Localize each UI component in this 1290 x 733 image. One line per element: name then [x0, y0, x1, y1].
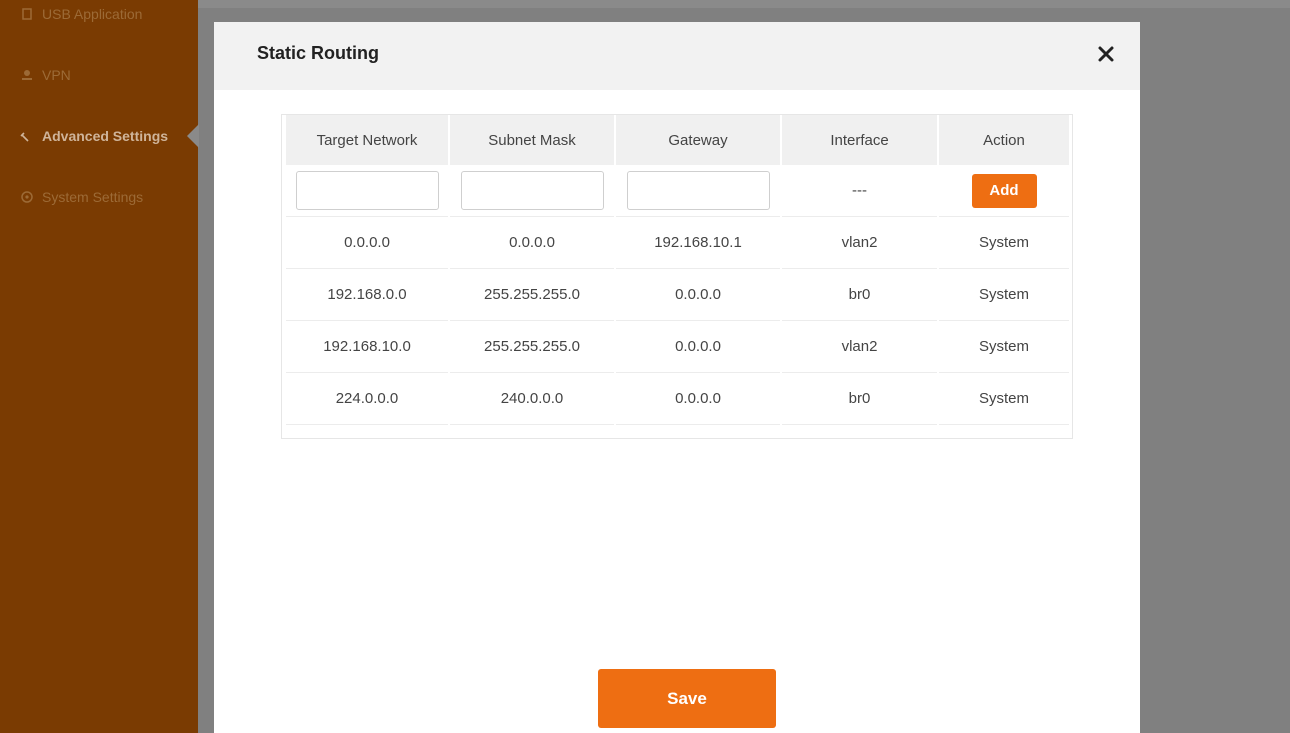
sidebar-item-label: Advanced Settings	[42, 128, 169, 144]
cell-target-network: 0.0.0.0	[286, 217, 448, 269]
cell-target-network: 224.0.0.0	[286, 373, 448, 425]
new-route-row: --- Add	[286, 165, 1069, 217]
column-header-interface: Interface	[782, 115, 937, 165]
column-header-target-network: Target Network	[286, 115, 448, 165]
table-row: 224.0.0.0 240.0.0.0 0.0.0.0 br0 System	[286, 373, 1069, 425]
column-header-action: Action	[939, 115, 1069, 165]
table-row: 0.0.0.0 0.0.0.0 192.168.10.1 vlan2 Syste…	[286, 217, 1069, 269]
sidebar-item-label: USB Application	[42, 6, 143, 22]
table-row: 192.168.0.0 255.255.255.0 0.0.0.0 br0 Sy…	[286, 269, 1069, 321]
routing-table: Target Network Subnet Mask Gateway Inter…	[284, 115, 1071, 425]
column-header-subnet-mask: Subnet Mask	[450, 115, 614, 165]
cell-action: System	[939, 269, 1069, 321]
cell-interface: vlan2	[782, 217, 937, 269]
save-button[interactable]: Save	[598, 669, 776, 728]
gear-icon	[21, 191, 33, 203]
wrench-icon	[20, 132, 29, 142]
static-routing-dialog: Static Routing Target Network Subnet Mas…	[214, 22, 1140, 733]
cell-gateway: 192.168.10.1	[616, 217, 780, 269]
cell-interface: br0	[782, 269, 937, 321]
add-route-button[interactable]: Add	[971, 173, 1037, 208]
cell-interface: vlan2	[782, 321, 937, 373]
vpn-icon	[22, 70, 32, 80]
sidebar-item-system-settings[interactable]: System Settings	[20, 189, 143, 205]
gateway-input[interactable]	[626, 171, 770, 210]
active-indicator-arrow	[187, 124, 199, 148]
close-icon[interactable]	[1096, 44, 1116, 64]
dialog-title: Static Routing	[257, 43, 379, 63]
dialog-header: Static Routing	[214, 22, 1140, 90]
cell-target-network: 192.168.10.0	[286, 321, 448, 373]
sidebar-item-label: System Settings	[42, 189, 144, 205]
background-page	[198, 0, 1290, 8]
target-network-input[interactable]	[295, 171, 439, 210]
cell-action: System	[939, 321, 1069, 373]
column-header-gateway: Gateway	[616, 115, 780, 165]
sidebar-item-usb-application[interactable]: USB Application	[20, 6, 142, 22]
table-row: 192.168.10.0 255.255.255.0 0.0.0.0 vlan2…	[286, 321, 1069, 373]
sidebar: USB Application VPN Advanced Settings Sy…	[0, 0, 198, 733]
cell-subnet-mask: 0.0.0.0	[450, 217, 614, 269]
sidebar-item-vpn[interactable]: VPN	[20, 67, 71, 83]
sidebar-item-advanced-settings[interactable]: Advanced Settings	[20, 128, 168, 144]
sidebar-item-label: VPN	[42, 67, 71, 83]
usb-icon	[22, 8, 32, 20]
cell-gateway: 0.0.0.0	[616, 269, 780, 321]
interface-placeholder: ---	[782, 165, 937, 217]
cell-subnet-mask: 255.255.255.0	[450, 269, 614, 321]
cell-subnet-mask: 240.0.0.0	[450, 373, 614, 425]
table-header-row: Target Network Subnet Mask Gateway Inter…	[286, 115, 1069, 165]
cell-action: System	[939, 217, 1069, 269]
routing-table-container: Target Network Subnet Mask Gateway Inter…	[281, 114, 1073, 439]
cell-gateway: 0.0.0.0	[616, 373, 780, 425]
cell-subnet-mask: 255.255.255.0	[450, 321, 614, 373]
cell-action: System	[939, 373, 1069, 425]
cell-interface: br0	[782, 373, 937, 425]
subnet-mask-input[interactable]	[460, 171, 604, 210]
cell-gateway: 0.0.0.0	[616, 321, 780, 373]
cell-target-network: 192.168.0.0	[286, 269, 448, 321]
